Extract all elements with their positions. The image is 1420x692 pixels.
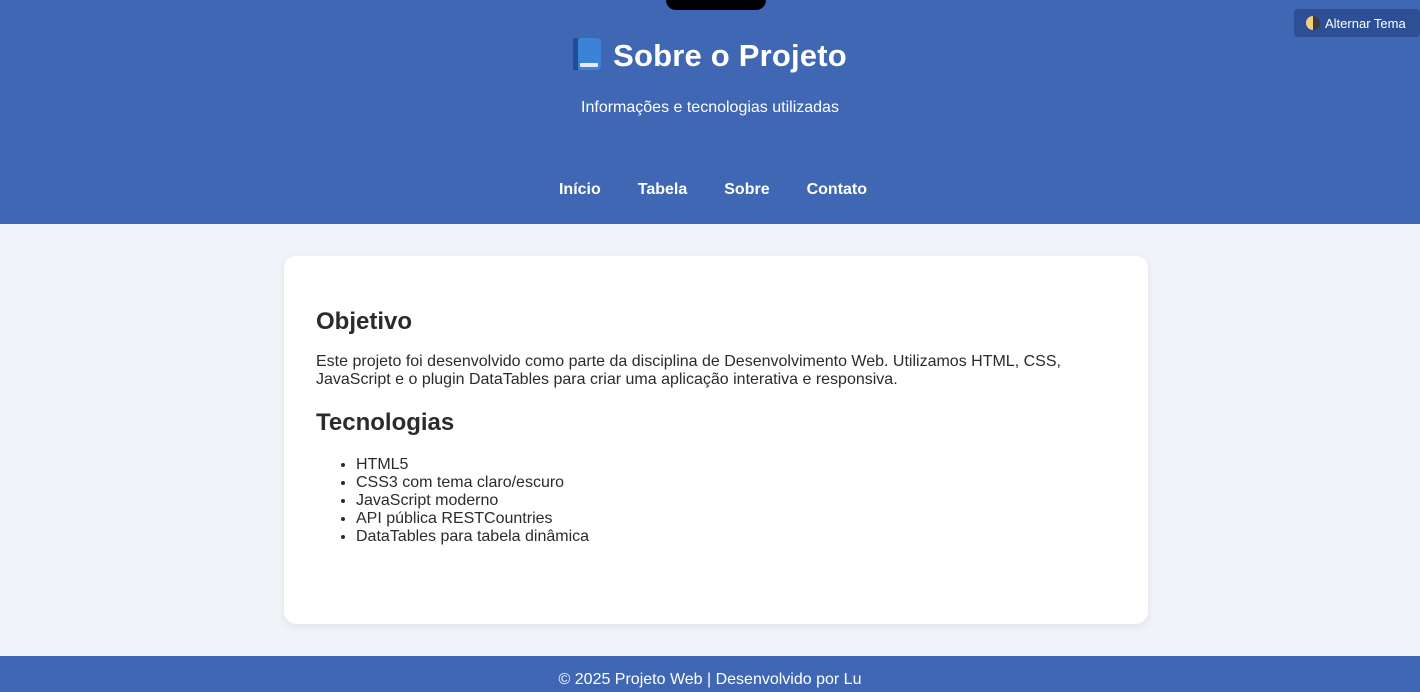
page-header: Alternar Tema Sobre o Projeto Informaçõe… <box>0 0 1420 224</box>
page-title-text: Sobre o Projeto <box>613 38 847 73</box>
list-item: HTML5 <box>356 456 1116 474</box>
nav-item-contato[interactable]: Contato <box>807 181 867 199</box>
page-footer: © 2025 Projeto Web | Desenvolvido por Lu <box>0 656 1420 692</box>
theme-toggle-label: Alternar Tema <box>1325 15 1406 31</box>
objective-heading: Objetivo <box>316 308 413 335</box>
half-moon-icon <box>1306 16 1320 30</box>
list-item: API pública RESTCountries <box>356 510 1116 528</box>
list-item: JavaScript moderno <box>356 492 1116 510</box>
page-subtitle: Informações e tecnologias utilizadas <box>581 99 839 116</box>
page-title: Sobre o Projeto <box>0 38 1420 74</box>
list-item: DataTables para tabela dinâmica <box>356 528 1116 546</box>
nav-item-sobre[interactable]: Sobre <box>724 181 769 199</box>
list-item: CSS3 com tema claro/escuro <box>356 474 1116 492</box>
main-nav: Início Tabela Sobre Contato <box>0 181 1420 199</box>
nav-item-inicio[interactable]: Início <box>559 181 601 199</box>
footer-text: © 2025 Projeto Web | Desenvolvido por Lu <box>558 671 862 688</box>
technologies-list: HTML5 CSS3 com tema claro/escuro JavaScr… <box>356 456 1116 546</box>
technologies-heading: Tecnologias <box>316 409 455 436</box>
objective-text: Este projeto foi desenvolvido como parte… <box>316 353 1061 388</box>
theme-toggle-button[interactable]: Alternar Tema <box>1294 9 1420 37</box>
blue-book-icon <box>573 38 602 70</box>
camera-notch <box>666 0 766 10</box>
content-card: Objetivo Este projeto foi desenvolvido c… <box>284 256 1148 624</box>
nav-item-tabela[interactable]: Tabela <box>638 181 688 199</box>
